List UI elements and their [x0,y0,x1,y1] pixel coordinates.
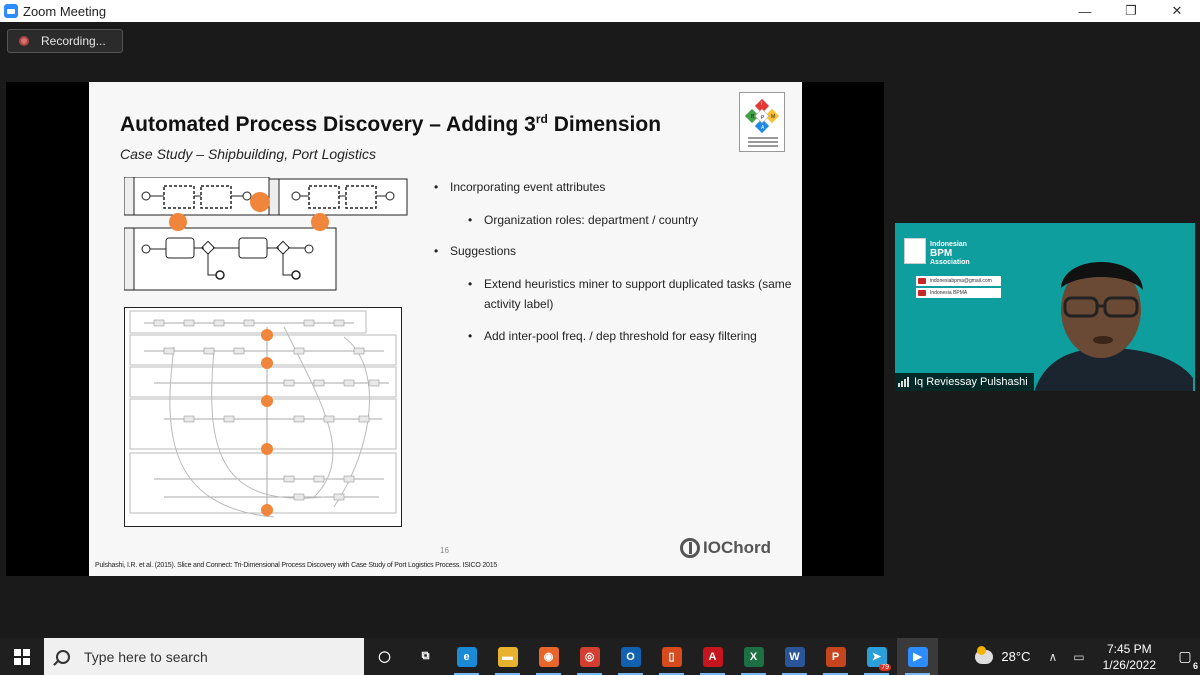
task-view-icon: ⧉ [421,650,430,662]
search-icon [56,649,70,664]
excel-icon: X [743,646,764,667]
slide-title-end: Dimension [547,113,662,136]
taskbar-powerpoint-button[interactable]: P [815,638,856,675]
bpma-banner: Indonesian BPM Association indonesiabpma… [904,238,1001,302]
slide-title: Automated Process Discovery – Adding 3rd… [120,112,661,137]
signal-bars-icon [898,377,909,387]
search-placeholder: Type here to search [84,648,208,665]
zoom-app-icon [4,4,18,18]
bullet-item: Incorporating event attributes [434,178,794,196]
taskbar-edge-button[interactable]: e [446,638,487,675]
close-button[interactable]: ✕ [1154,0,1200,22]
bpma-email: indonesiabpma@gmail.com [930,278,992,284]
taskbar-apps: ◯ ⧉ e ▬ ◉ ◎ O ▯ A X W P ➤ 79 ▶ [364,638,938,675]
telegram-badge: 79 [879,664,891,671]
sub-bullet-item: Organization roles: department / country [434,210,794,230]
record-dot-icon [19,36,29,46]
window-title: Zoom Meeting [23,3,107,19]
taskbar-firefox-button[interactable]: ◉ [528,638,569,675]
logo-letter-m: M [771,114,775,120]
notification-center-icon[interactable]: ▢ 6 [1170,648,1200,671]
minimize-button[interactable]: — [1062,0,1108,22]
recording-label: Recording... [41,34,106,48]
office-icon: ▯ [661,646,682,667]
shared-slide: Automated Process Discovery – Adding 3rd… [89,82,802,576]
bpma-youtube-row: Indonesia BPMA [916,288,1001,298]
bpma-youtube: Indonesia BPMA [930,290,968,296]
taskbar-chrome-button[interactable]: ◎ [569,638,610,675]
taskbar-cortana-button[interactable]: ◯ [364,638,405,675]
battery-icon[interactable]: ▭ [1073,650,1084,664]
start-button[interactable] [0,638,44,675]
taskbar-clock[interactable]: 7:45 PM 1/26/2022 [1103,641,1156,673]
sub-bullet-item: Extend heuristics miner to support dupli… [434,274,794,314]
ibpma-logo: I B P M A [739,92,785,152]
word-icon: W [784,646,805,667]
chrome-icon: ◎ [579,646,600,667]
taskbar-file-explorer-button[interactable]: ▬ [487,638,528,675]
bpma-email-row: indonesiabpma@gmail.com [916,276,1001,286]
iochord-ring-icon [680,538,700,558]
taskbar-office-button[interactable]: ▯ [651,638,692,675]
restore-button[interactable]: ❐ [1108,0,1154,22]
weather-icon [975,645,994,664]
slide-subtitle: Case Study – Shipbuilding, Port Logistic… [120,146,377,162]
slide-title-superscript: rd [535,112,548,126]
bpma-logo [904,238,926,264]
firefox-icon: ◉ [538,646,559,667]
iochord-logo: IOChord [680,538,771,558]
participant-nametag: Iq Reviessay Pulshashi [895,373,1034,391]
cortana-icon: ◯ [378,651,391,663]
bpmn-pool-diagram [124,177,408,291]
windows-taskbar: Type here to search ◯ ⧉ e ▬ ◉ ◎ O ▯ A X W P ➤ 79 ▶ 28°… [0,638,1200,675]
bpma-line2: BPM [930,248,953,259]
file-explorer-icon: ▬ [497,646,518,667]
slide-page-number: 16 [440,546,449,555]
taskbar-zoom-button[interactable]: ▶ [897,638,938,675]
taskbar-acrobat-button[interactable]: A [692,638,733,675]
slide-citation: Pulshashi, I.R. et al. (2015). Slice and… [95,562,498,569]
mail-icon [918,278,926,284]
taskbar-task-view-button[interactable]: ⧉ [405,638,446,675]
participant-name: Iq Reviessay Pulshashi [914,376,1028,388]
notification-count: 6 [1192,661,1198,671]
slide-bullets: Incorporating event attributes Organizat… [434,178,794,358]
taskbar-word-button[interactable]: W [774,638,815,675]
powerpoint-icon: P [825,646,846,667]
participant-image [1034,261,1193,391]
youtube-icon [918,290,926,296]
taskbar-excel-button[interactable]: X [733,638,774,675]
temperature: 28°C [1001,649,1031,664]
taskbar-search-box[interactable]: Type here to search [44,638,364,675]
iochord-brand: IOChord [703,538,771,557]
recording-indicator[interactable]: Recording... [7,29,123,53]
bpma-name: Indonesian BPM Association [930,240,970,267]
slide-title-main: Automated Process Discovery – Adding 3 [120,113,536,136]
participant-video[interactable]: Indonesian BPM Association indonesiabpma… [895,223,1195,391]
logo-letter-i: I [761,101,762,107]
taskbar-telegram-button[interactable]: ➤ 79 [856,638,897,675]
sub-bullet-item: Add inter-pool freq. / dep threshold for… [434,326,794,346]
zoom-icon: ▶ [907,646,928,667]
clock-time: 7:45 PM [1106,641,1152,656]
taskbar-outlook-button[interactable]: O [610,638,651,675]
bpma-line3: Association [930,259,970,266]
window-titlebar: Zoom Meeting — ❐ ✕ [0,0,1200,22]
windows-logo-icon [14,648,30,665]
system-tray: 28°C ∧ ▭ 7:45 PM 1/26/2022 ▢ 6 [975,638,1200,675]
tray-overflow-caret[interactable]: ∧ [1048,650,1057,664]
discovered-process-model [124,307,402,527]
edge-icon: e [456,646,477,667]
outlook-icon: O [620,646,641,667]
clock-date: 1/26/2022 [1102,657,1156,672]
bullet-item: Suggestions [434,242,794,260]
weather-widget[interactable]: 28°C [975,645,1031,664]
acrobat-icon: A [702,646,723,667]
